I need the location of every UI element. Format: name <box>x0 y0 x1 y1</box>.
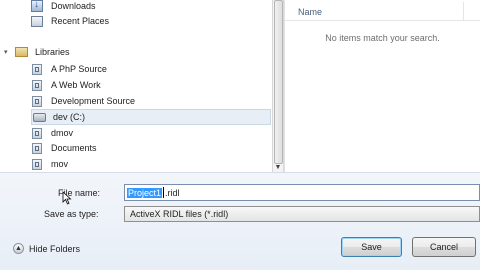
library-icon <box>30 95 44 107</box>
cancel-button[interactable]: Cancel <box>412 237 476 257</box>
column-header: Name <box>285 0 480 21</box>
nav-item-label: A PhP Source <box>51 64 107 74</box>
navigation-pane: Downloads Recent Places ▾ Libraries A Ph… <box>0 0 272 172</box>
nav-item-libraries[interactable]: ▾ Libraries <box>4 45 70 59</box>
nav-scrollbar[interactable]: ▼ <box>272 0 284 172</box>
nav-item-label: mov <box>51 159 69 169</box>
scroll-down-arrow-icon[interactable]: ▼ <box>273 163 283 172</box>
nav-item-label: dev (C:) <box>53 112 86 122</box>
library-icon <box>30 79 44 91</box>
filename-input[interactable]: Project1 .ridl <box>124 184 480 201</box>
nav-item-documents[interactable]: Documents <box>30 141 97 155</box>
hide-folders-button[interactable]: ▲ Hide Folders <box>13 243 80 254</box>
column-header-name[interactable]: Name <box>298 7 322 17</box>
library-icon <box>30 63 44 75</box>
nav-item-label: Downloads <box>51 1 96 11</box>
nav-item-downloads[interactable]: Downloads <box>30 0 96 13</box>
empty-message: No items match your search. <box>325 33 440 43</box>
nav-item-a-php-source[interactable]: A PhP Source <box>30 62 107 76</box>
expand-arrow-icon[interactable]: ▾ <box>4 48 14 56</box>
chevron-up-icon: ▲ <box>13 243 24 254</box>
hide-folders-label: Hide Folders <box>29 243 81 254</box>
library-icon <box>30 142 44 154</box>
nav-item-mov[interactable]: mov <box>30 157 68 171</box>
nav-item-development-source[interactable]: Development Source <box>30 94 135 108</box>
mouse-cursor-icon <box>62 191 72 205</box>
nav-item-label: Development Source <box>51 96 136 106</box>
savetype-select[interactable]: ActiveX RIDL files (*.ridl) <box>124 206 480 222</box>
nav-item-label: Libraries <box>35 47 70 57</box>
drive-icon <box>32 111 46 123</box>
nav-item-label: dmov <box>51 128 74 138</box>
downloads-icon <box>30 0 44 12</box>
savetype-value: ActiveX RIDL files (*.ridl) <box>130 209 229 219</box>
text-caret <box>163 187 165 198</box>
library-icon <box>30 158 44 170</box>
column-separator[interactable] <box>463 2 464 20</box>
recent-places-icon <box>30 15 44 27</box>
nav-item-dmov[interactable]: dmov <box>30 126 73 140</box>
save-button[interactable]: Save <box>341 237 402 257</box>
file-list[interactable]: Name No items match your search. <box>285 0 480 172</box>
filename-selected-text: Project1 <box>127 187 163 198</box>
libraries-icon <box>14 46 28 58</box>
filename-extension-text: .ridl <box>165 187 180 198</box>
library-icon <box>30 127 44 139</box>
nav-item-a-web-work[interactable]: A Web Work <box>30 78 101 92</box>
nav-item-label: Documents <box>51 143 97 153</box>
nav-item-label: A Web Work <box>51 80 101 90</box>
savetype-label: Save as type: <box>44 209 99 219</box>
nav-item-label: Recent Places <box>51 16 110 26</box>
nav-item-dev-c[interactable]: dev (C:) <box>31 109 271 125</box>
nav-item-recent-places[interactable]: Recent Places <box>30 14 109 28</box>
scroll-thumb[interactable] <box>274 0 283 164</box>
save-form: File name: Project1 .ridl Save as type: … <box>0 172 480 270</box>
